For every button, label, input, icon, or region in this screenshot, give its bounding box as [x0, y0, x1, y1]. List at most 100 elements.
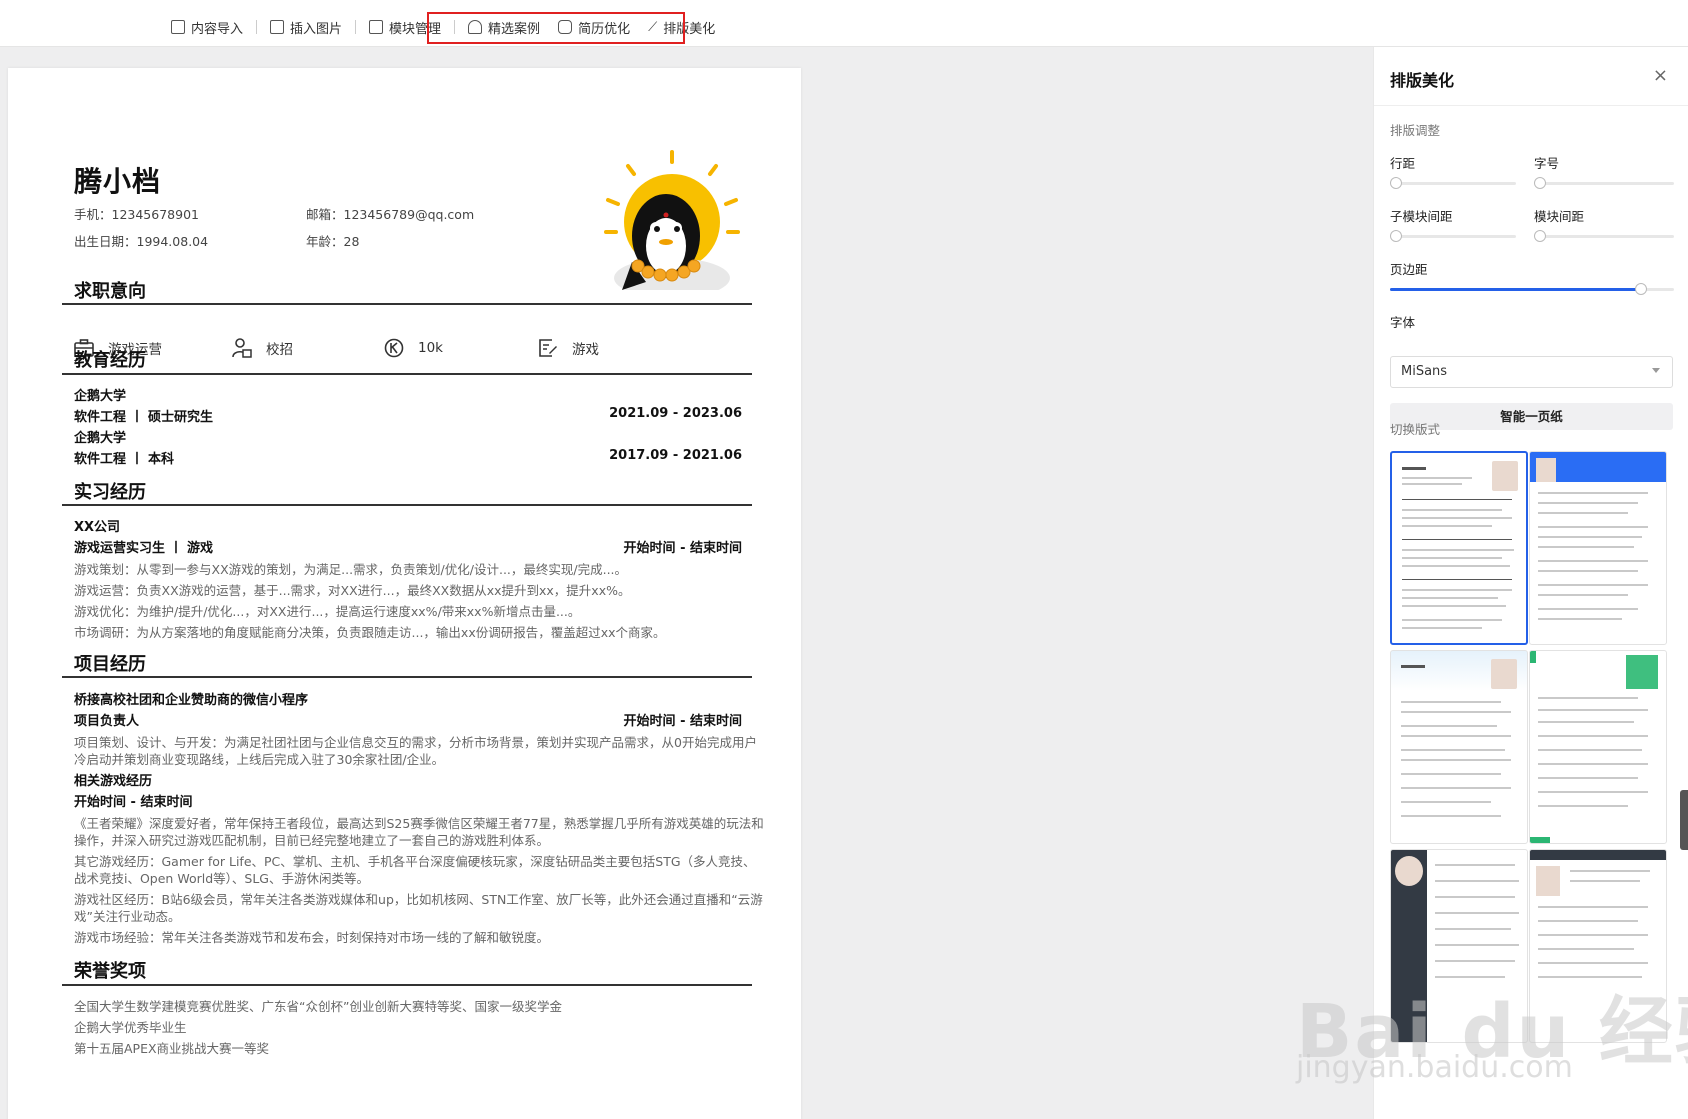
section-divider: [62, 504, 752, 506]
import-content-label: 内容导入: [191, 21, 244, 37]
insert-image-button[interactable]: 插入图片: [261, 14, 351, 40]
game-exp-2b[interactable]: 战术竞技i、Open World等）、SLG、手游休闲类等。: [74, 868, 742, 887]
template-accent: [1530, 837, 1550, 843]
phone-text[interactable]: 手机：12345678901: [74, 204, 199, 223]
project-row[interactable]: 项目负责人 开始时间 - 结束时间: [74, 710, 742, 729]
email-text[interactable]: 邮箱：123456789@qq.com: [306, 204, 474, 223]
template-photo: [1626, 655, 1658, 689]
template-photo: [1536, 458, 1556, 482]
section-title-intent[interactable]: 求职意向: [74, 277, 146, 303]
section-divider: [62, 984, 752, 986]
template-thumb-1[interactable]: [1390, 451, 1528, 645]
slider-knob[interactable]: [1635, 283, 1647, 295]
toolbar-separator: [355, 20, 357, 34]
toolbar-separator: [256, 20, 258, 34]
edu-row-1[interactable]: 软件工程 丨 硕士研究生 2021.09 - 2023.06: [74, 406, 742, 425]
template-photo: [1536, 866, 1560, 896]
edu-row-2[interactable]: 软件工程 丨 本科 2017.09 - 2021.06: [74, 448, 742, 467]
intern-company[interactable]: XX公司: [74, 516, 742, 535]
font-select-value: MiSans: [1401, 364, 1448, 379]
honor-3[interactable]: 第十五届APEX商业挑战大赛一等奖: [74, 1038, 742, 1057]
page-margin-label: 页边距: [1390, 262, 1428, 277]
switch-layout-heading: 切换版式: [1390, 422, 1441, 437]
resume-page: 腾小档 手机：12345678901 邮箱：123456789@qq.com 出…: [8, 68, 801, 1119]
module-spacing-label: 模块间距: [1534, 209, 1585, 224]
game-exp-1b[interactable]: 操作，并深入研究过游戏匹配机制，目前已经完整地建立了一套自己的游戏胜利体系。: [74, 830, 742, 849]
avatar[interactable]: [602, 150, 742, 290]
section-title-education[interactable]: 教育经历: [74, 346, 146, 372]
intern-line-3[interactable]: 游戏优化：为维护/提升/优化...，对XX进行...，提高运行速度xx%/带来x…: [74, 601, 742, 620]
section-divider: [62, 373, 752, 375]
game-exp-4[interactable]: 游戏市场经验：常年关注各类游戏节和发布会，时刻保持对市场一线的了解和敏锐度。: [74, 927, 742, 946]
image-icon: [270, 20, 285, 34]
slider-knob[interactable]: [1390, 177, 1402, 189]
module-spacing-slider[interactable]: [1534, 230, 1674, 242]
slider-knob[interactable]: [1390, 230, 1402, 242]
slider-fill: [1390, 288, 1641, 291]
intent-item-type[interactable]: 校招: [232, 338, 293, 358]
template-photo: [1492, 461, 1518, 491]
template-accent: [1530, 651, 1536, 663]
section-divider: [62, 676, 752, 678]
line-spacing-slider[interactable]: [1390, 177, 1516, 189]
section-divider: [62, 303, 752, 305]
panel-divider: [1374, 105, 1688, 106]
template-thumb-3[interactable]: [1390, 650, 1528, 844]
edu-school-1[interactable]: 企鹅大学: [74, 385, 742, 404]
panel-title: 排版美化: [1390, 71, 1455, 90]
template-thumb-4[interactable]: [1529, 650, 1667, 844]
section-title-internship[interactable]: 实习经历: [74, 478, 146, 504]
font-size-slider[interactable]: [1534, 177, 1674, 189]
intern-role: 游戏运营实习生 丨 游戏: [74, 541, 214, 556]
insert-image-label: 插入图片: [290, 21, 343, 37]
font-label: 字体: [1390, 315, 1416, 330]
game-exp-title[interactable]: 相关游戏经历: [74, 770, 742, 789]
game-exp-3b[interactable]: 戏”关注行业动态。: [74, 906, 742, 925]
top-toolbar: 内容导入 插入图片 模块管理 精选案例 简历优化 ⟋ 排版美化: [0, 0, 1688, 47]
page-margin-slider[interactable]: [1390, 283, 1674, 295]
close-icon[interactable]: ×: [1653, 65, 1668, 86]
intern-row[interactable]: 游戏运营实习生 丨 游戏 开始时间 - 结束时间: [74, 537, 742, 556]
font-select[interactable]: MiSans: [1390, 356, 1673, 388]
birth-text[interactable]: 出生日期：1994.08.04: [74, 231, 208, 250]
intern-line-2[interactable]: 游戏运营：负责XX游戏的运营，基于...需求，对XX进行...，最终XX数据从x…: [74, 580, 742, 599]
sub-module-spacing-label: 子模块间距: [1390, 209, 1453, 224]
project-title[interactable]: 桥接高校社团和企业赞助商的微信小程序: [74, 689, 742, 708]
edu-major-1: 软件工程 丨 硕士研究生: [74, 410, 214, 425]
section-title-honors[interactable]: 荣誉奖项: [74, 957, 146, 983]
user-card-icon: [232, 338, 252, 358]
honor-2[interactable]: 企鹅大学优秀毕业生: [74, 1017, 742, 1036]
side-scroll-handle[interactable]: [1680, 790, 1688, 850]
edu-school-2[interactable]: 企鹅大学: [74, 427, 742, 446]
layout-adjust-heading: 排版调整: [1390, 123, 1441, 138]
intern-line-1[interactable]: 游戏策划：从零到一参与XX游戏的策划，为满足...需求，负责策划/优化/设计..…: [74, 559, 742, 578]
baidu-watermark-url: jingyan.baidu.com: [1296, 1050, 1573, 1085]
project-desc-2[interactable]: 冷启动并策划商业变现路线，上线后完成入驻了30余家社团/企业。: [74, 749, 742, 768]
honor-1[interactable]: 全国大学生数学建模竞赛优胜奖、广东省“众创杯”创业创新大赛特等奖、国家一级奖学金: [74, 996, 742, 1015]
sub-module-spacing-slider[interactable]: [1390, 230, 1516, 242]
intern-line-4[interactable]: 市场调研：为从方案落地的角度赋能商分决策，负责跟随走访...，输出xx份调研报告…: [74, 622, 742, 641]
resume-name[interactable]: 腾小档: [74, 160, 161, 200]
edu-major-2: 软件工程 丨 本科: [74, 452, 175, 467]
intent-industry-label: 游戏: [572, 342, 599, 358]
age-text[interactable]: 年龄：28: [306, 231, 359, 250]
project-role: 项目负责人: [74, 714, 140, 729]
intent-salary-label: 10k: [418, 340, 443, 356]
layout-beautify-panel: 排版美化 × 排版调整 行距 字号 子模块间距 模块间距 页边距 字体 MiSa…: [1373, 47, 1688, 1119]
template-photo: [1395, 856, 1423, 886]
section-title-project[interactable]: 项目经历: [74, 650, 146, 676]
highlight-annotation-box: [427, 12, 685, 44]
slider-knob[interactable]: [1534, 177, 1546, 189]
template-thumb-2[interactable]: [1529, 451, 1667, 645]
intent-type-label: 校招: [266, 342, 293, 358]
import-content-button[interactable]: 内容导入: [162, 14, 252, 40]
chevron-down-icon: [1652, 368, 1660, 373]
template-header-bar: [1530, 850, 1666, 860]
intent-item-industry[interactable]: 游戏: [538, 338, 599, 358]
slider-knob[interactable]: [1534, 230, 1546, 242]
game-exp-period[interactable]: 开始时间 - 结束时间: [74, 791, 742, 810]
intent-item-salary[interactable]: 10k: [384, 338, 443, 358]
import-icon: [171, 20, 185, 34]
copy-icon: [369, 20, 384, 34]
edit-doc-icon: [539, 339, 557, 357]
